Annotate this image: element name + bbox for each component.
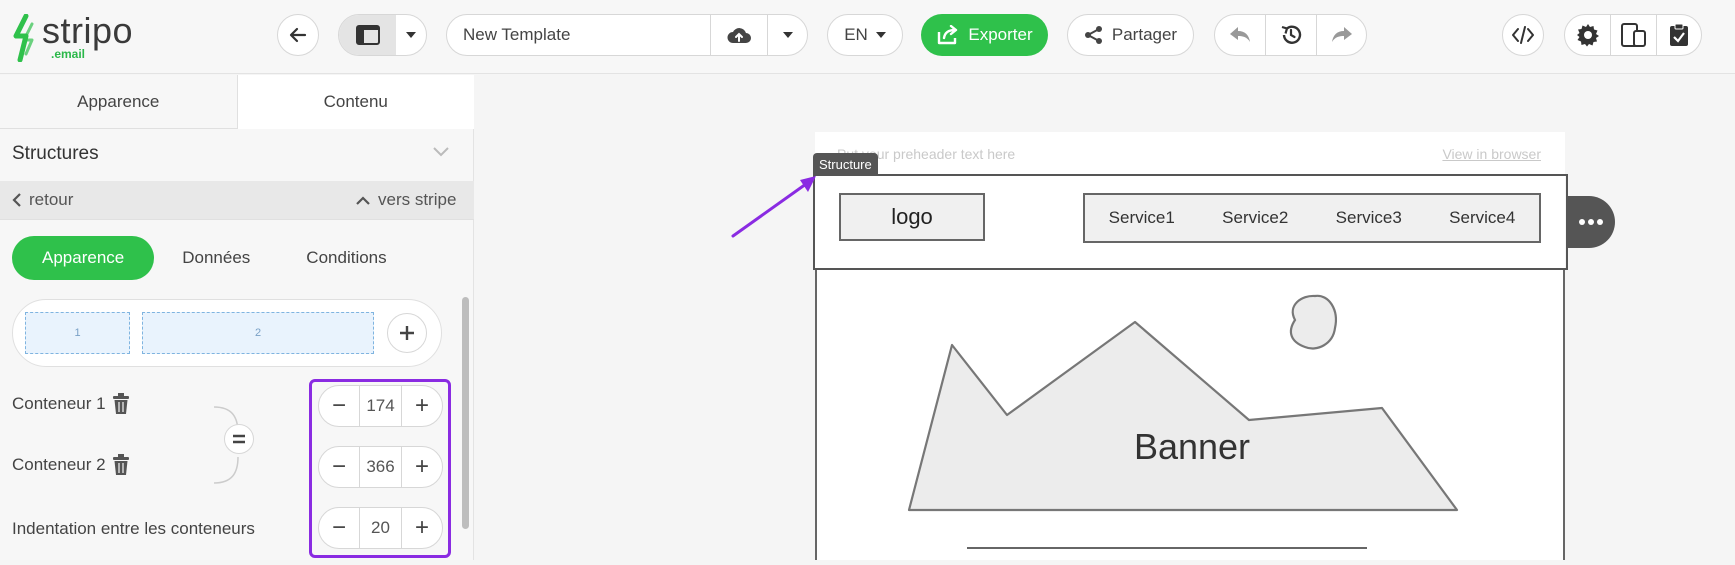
banner-illustration (907, 294, 1459, 549)
back-link[interactable]: retour (12, 181, 73, 219)
column-layout-preview: 1 2 (12, 299, 442, 367)
menu-item[interactable]: Service3 (1336, 208, 1402, 228)
undo-icon (1230, 27, 1250, 42)
history-controls (1214, 14, 1367, 56)
code-editor-button[interactable] (1502, 14, 1544, 56)
share-icon (1084, 26, 1102, 44)
banner-structure[interactable]: Banner (815, 270, 1565, 560)
export-button[interactable]: Exporter (921, 14, 1048, 56)
view-in-browser-link[interactable]: View in browser (1442, 146, 1541, 162)
up-to-stripe-link[interactable]: vers stripe (356, 181, 456, 219)
layout-button[interactable] (339, 15, 397, 55)
structure-navigation: retour vers stripe (0, 181, 474, 219)
arrow-left-icon (289, 27, 307, 43)
share-label: Partager (1111, 25, 1178, 44)
caret-down-icon (406, 32, 417, 38)
trash-icon[interactable] (112, 393, 130, 415)
sidebar-tabs: Apparence Contenu (0, 75, 474, 129)
menu-item[interactable]: Service4 (1449, 208, 1515, 228)
layout-icon (355, 25, 380, 45)
export-label: Exporter (968, 25, 1033, 44)
structure-tag[interactable]: Structure (813, 153, 878, 175)
language-value: EN (844, 25, 868, 44)
export-icon (938, 25, 958, 45)
clipboard-check-icon (1669, 23, 1688, 46)
save-options-dropdown[interactable] (768, 15, 808, 55)
test-email-button[interactable] (1655, 15, 1701, 55)
chevron-down-icon[interactable] (433, 147, 449, 157)
subtab-conditions[interactable]: Conditions (278, 236, 414, 280)
section-title: Structures (12, 143, 99, 164)
layout-switcher[interactable] (338, 14, 427, 56)
undo-button[interactable] (1215, 15, 1265, 55)
chevron-up-icon (356, 195, 370, 205)
code-icon (1512, 26, 1534, 44)
structure-subtabs: Apparence Données Conditions (12, 236, 415, 280)
mobile-preview-button[interactable] (1610, 15, 1655, 55)
chevron-left-icon (12, 193, 21, 207)
preheader-row: Put your preheader text here View in bro… (815, 132, 1565, 174)
structure-more-button[interactable] (1567, 196, 1615, 248)
tab-appearance[interactable]: Apparence (0, 75, 237, 129)
top-toolbar: stripo .email EN Exporter Partager (0, 0, 1735, 74)
menu-item[interactable]: Service1 (1109, 208, 1175, 228)
menu-block[interactable]: Service1 Service2 Service3 Service4 (1083, 193, 1541, 243)
indentation-row: Indentation entre les conteneurs (12, 519, 255, 539)
add-column-button[interactable] (387, 313, 427, 353)
stripo-logo-mark-icon (13, 14, 34, 62)
container-2-label: Conteneur 2 (12, 455, 106, 474)
redo-button[interactable] (1317, 15, 1367, 55)
logo-subtext: .email (51, 47, 86, 61)
column-2-preview[interactable]: 2 (142, 312, 374, 354)
equalize-columns-button[interactable] (224, 424, 254, 454)
stripo-logo[interactable]: stripo .email (12, 10, 152, 62)
layout-dropdown-toggle[interactable] (396, 15, 426, 55)
logo-wordmark: stripo (42, 10, 134, 51)
subtab-data[interactable]: Données (154, 236, 278, 280)
equals-icon (233, 434, 245, 444)
redo-icon (1332, 27, 1352, 42)
settings-button[interactable] (1565, 15, 1610, 55)
container-1-label: Conteneur 1 (12, 394, 106, 413)
gear-icon (1576, 24, 1599, 47)
up-to-stripe-label: vers stripe (378, 190, 457, 209)
back-label: retour (29, 190, 74, 209)
back-button[interactable] (277, 14, 319, 56)
caret-down-icon (875, 32, 886, 38)
caret-down-icon (783, 32, 793, 38)
template-name-field (446, 14, 808, 56)
right-tools (1564, 14, 1702, 56)
sidebar-scrollbar[interactable] (462, 297, 469, 529)
share-button[interactable]: Partager (1067, 14, 1194, 56)
logo-placeholder[interactable]: logo (839, 193, 985, 241)
more-horizontal-icon (1579, 219, 1603, 225)
cloud-upload-icon (727, 28, 751, 43)
email-preview: Put your preheader text here View in bro… (813, 132, 1568, 560)
container-2-row: Conteneur 2 (12, 454, 130, 476)
email-canvas: Put your preheader text here View in bro… (475, 75, 1735, 560)
banner-label: Banner (1133, 426, 1251, 467)
template-name-input[interactable] (463, 24, 703, 46)
container-1-row: Conteneur 1 (12, 393, 130, 415)
plus-icon (400, 326, 414, 340)
trash-icon[interactable] (112, 454, 130, 476)
column-1-preview[interactable]: 1 (25, 312, 130, 354)
annotation-highlight-box (309, 379, 451, 558)
language-select[interactable]: EN (827, 14, 903, 56)
menu-item[interactable]: Service2 (1222, 208, 1288, 228)
tab-content[interactable]: Contenu (236, 75, 474, 129)
subtab-appearance[interactable]: Apparence (12, 236, 155, 280)
history-icon (1281, 25, 1302, 44)
divider (0, 219, 474, 220)
annotation-arrow-icon (731, 176, 816, 238)
indentation-label: Indentation entre les conteneurs (12, 519, 255, 538)
save-cloud-button[interactable] (711, 15, 767, 55)
history-button[interactable] (1266, 15, 1316, 55)
header-structure[interactable]: logo Service1 Service2 Service3 Service4 (813, 174, 1568, 270)
mobile-preview-icon (1620, 23, 1646, 47)
